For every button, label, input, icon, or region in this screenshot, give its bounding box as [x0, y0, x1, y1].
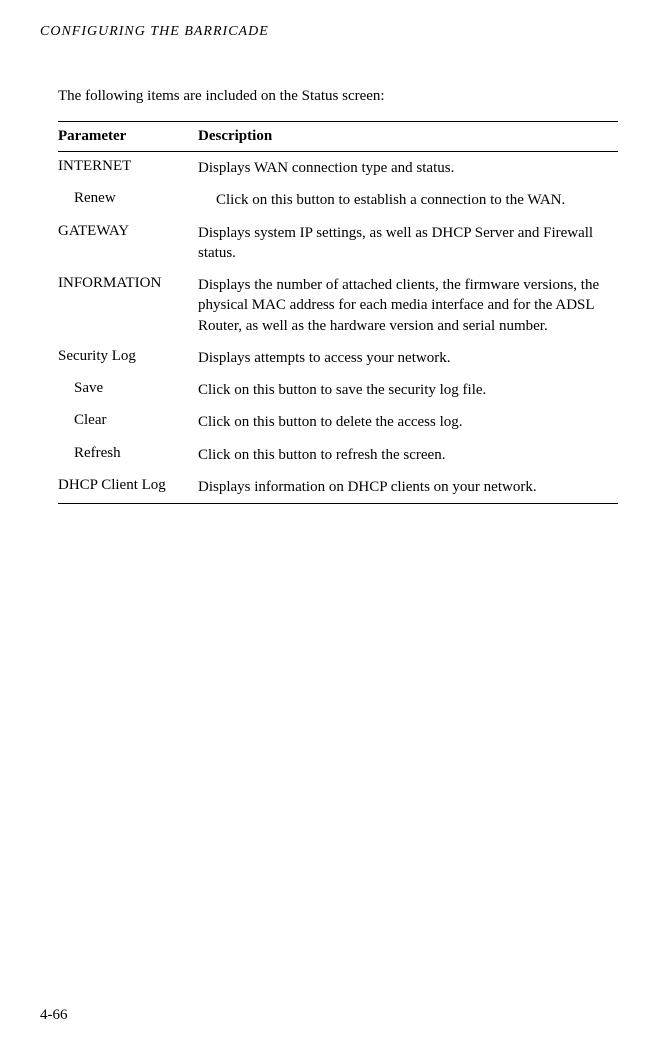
header-description: Description	[198, 128, 618, 145]
desc-cell: Displays attempts to access your network…	[198, 348, 618, 368]
desc-cell: Displays system IP settings, as well as …	[198, 223, 618, 264]
param-cell: GATEWAY	[58, 223, 198, 264]
table-row: GATEWAYDisplays system IP settings, as w…	[58, 217, 618, 270]
table-row: RenewClick on this button to establish a…	[58, 184, 618, 216]
desc-cell: Click on this button to save the securit…	[198, 380, 618, 400]
param-cell: DHCP Client Log	[58, 477, 198, 497]
param-cell: Save	[58, 380, 198, 400]
table-row: INTERNETDisplays WAN connection type and…	[58, 152, 618, 184]
table-row: RefreshClick on this button to refresh t…	[58, 439, 618, 471]
desc-cell: Displays WAN connection type and status.	[198, 158, 618, 178]
table-row: INFORMATIONDisplays the number of attach…	[58, 269, 618, 342]
table-row: SaveClick on this button to save the sec…	[58, 374, 618, 406]
param-cell: Clear	[58, 412, 198, 432]
table-body: INTERNETDisplays WAN connection type and…	[58, 152, 618, 504]
param-cell: INTERNET	[58, 158, 198, 178]
desc-cell: Click on this button to establish a conn…	[198, 190, 618, 210]
page-number: 4-66	[40, 1007, 68, 1024]
param-cell: INFORMATION	[58, 275, 198, 336]
table-row: DHCP Client LogDisplays information on D…	[58, 471, 618, 503]
desc-cell: Click on this button to refresh the scre…	[198, 445, 618, 465]
desc-cell: Displays information on DHCP clients on …	[198, 477, 618, 497]
table-row: ClearClick on this button to delete the …	[58, 406, 618, 438]
intro-text: The following items are included on the …	[58, 88, 615, 105]
param-cell: Refresh	[58, 445, 198, 465]
page-header-title: CONFIGURING THE BARRICADE	[40, 24, 615, 40]
table-header-row: Parameter Description	[58, 121, 618, 152]
param-cell: Security Log	[58, 348, 198, 368]
desc-cell: Displays the number of attached clients,…	[198, 275, 618, 336]
status-table: Parameter Description INTERNETDisplays W…	[58, 121, 618, 504]
header-parameter: Parameter	[58, 128, 198, 145]
table-row: Security LogDisplays attempts to access …	[58, 342, 618, 374]
param-cell: Renew	[58, 190, 198, 210]
desc-cell: Click on this button to delete the acces…	[198, 412, 618, 432]
